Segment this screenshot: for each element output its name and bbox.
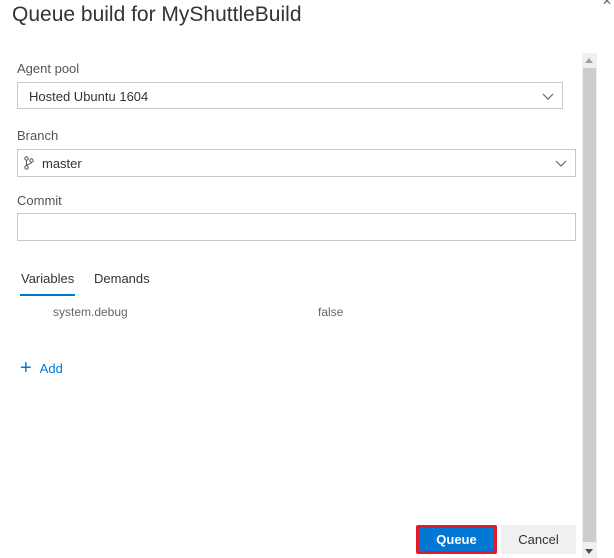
agent-pool-value: Hosted Ubuntu 1604 (29, 89, 149, 104)
cancel-button[interactable]: Cancel (501, 525, 576, 554)
dialog-title: Queue build for MyShuttleBuild (12, 3, 302, 26)
plus-icon: + (20, 357, 32, 379)
chevron-down-icon (555, 156, 567, 171)
scroll-thumb[interactable] (583, 68, 596, 542)
tab-demands[interactable]: Demands (94, 271, 150, 286)
variable-name[interactable]: system.debug (53, 305, 128, 319)
chevron-down-icon (542, 89, 554, 104)
branch-label: Branch (17, 128, 59, 143)
close-icon[interactable]: ✕ (602, 0, 612, 8)
commit-label: Commit (17, 193, 62, 208)
variable-value[interactable]: false (318, 305, 343, 319)
git-branch-icon (24, 156, 34, 173)
branch-value: master (42, 156, 82, 171)
tab-variables[interactable]: Variables (19, 271, 76, 296)
commit-input[interactable] (17, 213, 576, 241)
add-variable-button[interactable]: + Add (20, 357, 63, 379)
scroll-up-icon[interactable] (585, 58, 593, 63)
add-label: Add (39, 360, 63, 376)
queue-button[interactable]: Queue (416, 525, 497, 554)
branch-select[interactable]: master (17, 149, 576, 177)
vertical-scrollbar[interactable] (582, 53, 597, 558)
agent-pool-label: Agent pool (17, 61, 80, 76)
scroll-down-icon[interactable] (585, 549, 593, 554)
agent-pool-select[interactable]: Hosted Ubuntu 1604 (17, 82, 563, 109)
